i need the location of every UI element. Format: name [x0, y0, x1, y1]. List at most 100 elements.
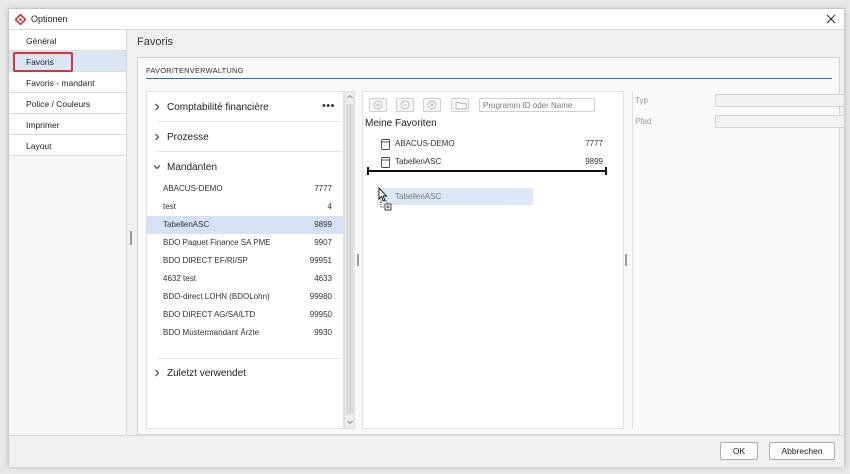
sidebar-item-layout[interactable]: Layout — [9, 135, 126, 156]
column-splitter-grip[interactable] — [625, 254, 627, 266]
sidebar-item-label: Imprimer — [26, 120, 60, 130]
favorite-number: 9899 — [585, 157, 603, 166]
mandant-number: 4 — [327, 202, 332, 211]
drop-insertion-indicator — [367, 167, 607, 175]
sidebar-splitter-grip[interactable] — [130, 231, 132, 245]
favorites-panel: FAVORITENVERWALTUNG Comptabilité financi… — [137, 57, 845, 435]
delete-button[interactable] — [423, 98, 441, 112]
window-title: Optionen — [31, 14, 68, 24]
sidebar-item-label: Layout — [26, 141, 52, 151]
list-item[interactable]: 4632 test 4633 — [147, 270, 343, 288]
ok-button[interactable]: OK — [720, 442, 758, 460]
sidebar-item-label: Favoris - mandant — [26, 78, 95, 88]
mandant-number: 99980 — [309, 292, 332, 301]
group-label: Prozesse — [167, 132, 209, 143]
mandant-name: test — [163, 202, 176, 211]
vertical-scrollbar[interactable] — [344, 91, 355, 429]
program-search-input[interactable] — [479, 98, 595, 112]
mandant-name: TabellenASC — [163, 220, 210, 229]
column-splitter-grip[interactable] — [357, 254, 359, 266]
mandant-name: 4632 test — [163, 274, 196, 283]
mandant-number: 9899 — [314, 220, 332, 229]
list-item[interactable]: BDO Paquet Finance SA PME 9907 — [147, 234, 343, 252]
properties-panel: Typ Pfad — [632, 91, 845, 429]
group-mandanten[interactable]: Mandanten — [147, 156, 345, 180]
sidebar-item-police-couleurs[interactable]: Police / Couleurs — [9, 93, 126, 114]
divider — [157, 358, 342, 359]
favorite-number: 7777 — [585, 139, 603, 148]
sidebar-item-general[interactable]: Général — [9, 30, 126, 51]
database-icon — [381, 139, 390, 150]
list-item[interactable]: test 4 — [147, 198, 343, 216]
section-divider — [146, 78, 832, 79]
drag-cursor-icon — [378, 187, 392, 211]
group-label: Comptabilité financière — [167, 102, 269, 113]
sidebar-item-imprimer[interactable]: Imprimer — [9, 114, 126, 135]
list-item-selected[interactable]: TabellenASC 9899 — [147, 216, 343, 234]
path-field[interactable] — [715, 115, 845, 128]
group-label: Zuletzt verwendet — [167, 368, 246, 379]
title-bar: Optionen — [9, 9, 844, 30]
drag-preview-label: TabellenASC — [395, 192, 442, 201]
options-sidebar: Général Favoris Favoris - mandant Police… — [9, 30, 127, 435]
add-circle-icon — [373, 100, 383, 110]
sidebar-item-favoris-mandant[interactable]: Favoris - mandant — [9, 72, 126, 93]
scroll-thumb[interactable] — [346, 104, 353, 414]
mandant-number: 7777 — [314, 184, 332, 193]
list-item[interactable]: ABACUS-DEMO 7777 — [147, 180, 343, 198]
group-zuletzt-verwendet[interactable]: Zuletzt verwendet — [147, 362, 345, 386]
list-item[interactable]: BDO Mustermandant Ärzte 9930 — [147, 324, 343, 342]
mandant-number: 99951 — [309, 256, 332, 265]
group-label: Mandanten — [167, 162, 218, 173]
mandant-name: BDO Paquet Finance SA PME — [163, 238, 271, 247]
favorite-name: ABACUS-DEMO — [395, 139, 455, 148]
group-prozesse[interactable]: Prozesse — [147, 126, 345, 150]
favorites-list-panel: Meine Favoriten ABACUS-DEMO 7777 Tabelle… — [362, 91, 624, 429]
path-label: Pfad — [635, 117, 652, 126]
chevron-right-icon — [155, 369, 160, 377]
divider — [157, 151, 342, 152]
app-logo-icon — [15, 14, 26, 25]
sidebar-item-label: Général — [26, 36, 57, 46]
favorites-title: Meine Favoriten — [365, 118, 437, 129]
mandant-name: ABACUS-DEMO — [163, 184, 223, 193]
chevron-down-icon — [153, 165, 161, 170]
delete-circle-icon — [427, 100, 437, 110]
mandant-number: 9907 — [314, 238, 332, 247]
sidebar-item-label: Police / Couleurs — [26, 99, 91, 109]
mandant-name: BDO-direct LOHN (BDOLohn) — [163, 292, 270, 301]
folder-icon — [455, 102, 467, 110]
sidebar-item-favoris[interactable]: Favoris — [9, 51, 126, 72]
section-title: FAVORITENVERWALTUNG — [146, 66, 244, 75]
close-icon[interactable] — [824, 12, 838, 26]
type-field[interactable] — [715, 94, 845, 107]
remove-button[interactable] — [396, 98, 414, 112]
add-button[interactable] — [369, 98, 387, 112]
group-comptabilite[interactable]: Comptabilité financière ••• — [147, 96, 345, 120]
chevron-right-icon — [155, 103, 160, 111]
type-label: Typ — [635, 96, 648, 105]
divider — [157, 121, 342, 122]
mandant-number: 9930 — [314, 328, 332, 337]
list-item[interactable]: BDO DIRECT EF/RI/SP 99951 — [147, 252, 343, 270]
scroll-up-arrow-icon[interactable] — [346, 93, 354, 101]
drag-preview: TabellenASC — [377, 188, 533, 205]
more-menu-icon[interactable]: ••• — [322, 100, 335, 112]
chevron-right-icon — [155, 133, 160, 141]
favorite-name: TabellenASC — [395, 157, 442, 166]
source-tree: Comptabilité financière ••• Prozesse Man… — [146, 91, 344, 429]
mandant-number: 99950 — [309, 310, 332, 319]
favorite-item[interactable]: ABACUS-DEMO 7777 — [381, 136, 605, 152]
new-folder-button[interactable] — [451, 98, 469, 112]
list-item[interactable]: BDO DIRECT AG/SA/LTD 99950 — [147, 306, 343, 324]
mandant-name: BDO DIRECT EF/RI/SP — [163, 256, 248, 265]
mandant-number: 4633 — [314, 274, 332, 283]
scroll-down-arrow-icon[interactable] — [346, 418, 354, 426]
options-dialog: Optionen Général Favoris Favoris - manda… — [8, 8, 845, 467]
database-icon — [381, 157, 390, 168]
cancel-button[interactable]: Abbrechen — [769, 442, 835, 460]
sidebar-item-label: Favoris — [26, 57, 54, 67]
favorite-item[interactable]: TabellenASC 9899 — [381, 154, 605, 170]
mandant-name: BDO DIRECT AG/SA/LTD — [163, 310, 256, 319]
list-item[interactable]: BDO-direct LOHN (BDOLohn) 99980 — [147, 288, 343, 306]
